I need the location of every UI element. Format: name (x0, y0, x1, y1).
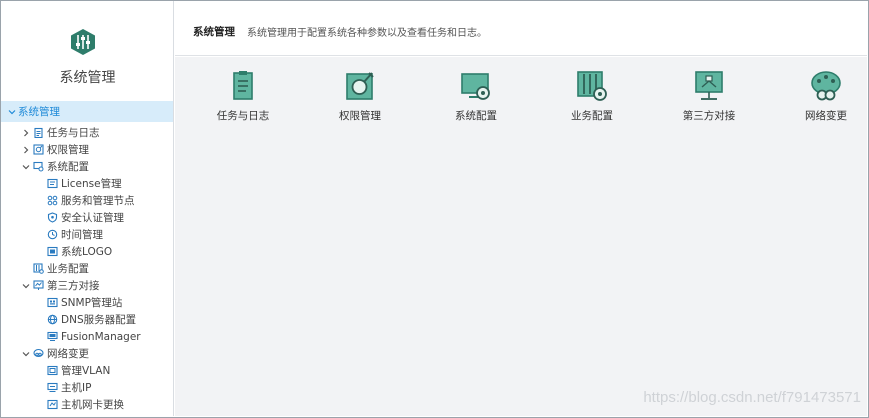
tile-third-party[interactable]: 第三方对接 (659, 67, 759, 127)
shield-icon (47, 212, 58, 223)
tree-item-system-logo[interactable]: 系统LOGO (1, 243, 173, 260)
tile-network-change[interactable]: 网络变更 (776, 67, 869, 127)
system-config-icon (459, 69, 493, 103)
third-party-icon (692, 69, 726, 103)
tile-label: 网络变更 (805, 110, 847, 122)
tile-service-config[interactable]: 业务配置 (542, 67, 642, 127)
tree-item-label: 网络变更 (47, 348, 89, 360)
vlan-icon (47, 365, 58, 376)
tree-item-fusionmanager[interactable]: FusionManager (1, 328, 173, 345)
tree-item-label: 时间管理 (61, 229, 103, 241)
tree-item-label: 主机网卡更换 (61, 399, 124, 411)
permission-icon (343, 69, 377, 103)
task-log-icon (226, 69, 260, 103)
tree-item-task-log[interactable]: 任务与日志 (1, 124, 173, 141)
permission-icon (33, 144, 44, 155)
service-config-icon (33, 263, 44, 274)
chevron-down-icon[interactable] (21, 281, 31, 291)
host-icon (47, 382, 58, 393)
system-management-logo-icon (68, 27, 98, 57)
nav-tree: 系统管理 任务与日志 权限管理 系统配置 License管理 服务和管理节点 安… (1, 101, 173, 413)
page-title: 系统管理 (193, 26, 235, 38)
nodes-icon (47, 195, 58, 206)
tile-task-log[interactable]: 任务与日志 (193, 67, 293, 127)
image-icon (47, 246, 58, 257)
tree-item-label: DNS服务器配置 (61, 314, 137, 326)
tree-item-label: 系统配置 (47, 161, 89, 173)
tree-item-label: 主机IP (61, 382, 92, 394)
chevron-right-icon[interactable] (21, 145, 31, 155)
header-bar: 系统管理 系统管理用于配置系统各种参数以及查看任务和日志。 (175, 1, 867, 56)
third-party-icon (33, 280, 44, 291)
watermark: https://blog.csdn.net/f791473571 (643, 389, 861, 406)
tree-item-service-config[interactable]: 业务配置 (1, 260, 173, 277)
tree-item-snmp[interactable]: SNMP管理站 (1, 294, 173, 311)
chevron-down-icon[interactable] (21, 349, 31, 359)
snmp-icon (47, 297, 58, 308)
tree-item-permission[interactable]: 权限管理 (1, 141, 173, 158)
tree-item-mgmt-vlan[interactable]: 管理VLAN (1, 362, 173, 379)
tree-item-host-ip[interactable]: 主机IP (1, 379, 173, 396)
tree-item-label: 系统LOGO (61, 246, 113, 258)
content-area: 任务与日志 权限管理 系统配置 业务配置 第三方对接 网络变更 https://… (175, 57, 867, 416)
sidebar: 系统管理 系统管理 任务与日志 权限管理 系统配置 License管理 服务和管… (1, 1, 174, 416)
tile-label: 第三方对接 (682, 110, 736, 122)
tile-label: 系统配置 (455, 110, 497, 122)
sidebar-title: 系统管理 (59, 70, 116, 86)
tree-item-label: 管理VLAN (61, 365, 111, 377)
tree-root-system-management[interactable]: 系统管理 (1, 101, 173, 122)
tile-label: 业务配置 (571, 110, 613, 122)
tile-permission[interactable]: 权限管理 (310, 67, 410, 127)
tree-item-label: 服务和管理节点 (61, 195, 135, 207)
monitor-gear-icon (33, 161, 44, 172)
tree-item-third-party[interactable]: 第三方对接 (1, 277, 173, 294)
tree-item-license[interactable]: License管理 (1, 175, 173, 192)
tree-root-label: 系统管理 (18, 106, 60, 118)
tree-item-label: FusionManager (61, 330, 141, 343)
tree-item-label: SNMP管理站 (61, 297, 123, 309)
service-config-icon (575, 69, 609, 103)
tree-item-host-nic-replace[interactable]: 主机网卡更换 (1, 396, 173, 413)
tree-item-label: 权限管理 (47, 144, 89, 156)
nic-icon (47, 399, 58, 410)
network-change-icon (809, 69, 843, 103)
tree-item-label: License管理 (61, 178, 122, 190)
tree-item-time[interactable]: 时间管理 (1, 226, 173, 243)
chevron-down-icon[interactable] (7, 107, 17, 117)
license-icon (47, 178, 58, 189)
tile-label: 任务与日志 (216, 110, 270, 122)
page-description: 系统管理用于配置系统各种参数以及查看任务和日志。 (247, 28, 487, 39)
globe-icon (47, 314, 58, 325)
tile-system-config[interactable]: 系统配置 (426, 67, 526, 127)
tile-label: 权限管理 (339, 110, 381, 122)
tree-item-label: 安全认证管理 (61, 212, 124, 224)
clipboard-icon (33, 127, 44, 138)
tree-item-label: 业务配置 (47, 263, 89, 275)
chevron-down-icon[interactable] (21, 162, 31, 172)
tree-item-system-config[interactable]: 系统配置 (1, 158, 173, 175)
tree-item-label: 任务与日志 (47, 127, 100, 139)
chevron-right-icon[interactable] (21, 128, 31, 138)
tree-item-security-auth[interactable]: 安全认证管理 (1, 209, 173, 226)
clock-icon (47, 229, 58, 240)
tree-item-dns[interactable]: DNS服务器配置 (1, 311, 173, 328)
tree-item-network-change[interactable]: 网络变更 (1, 345, 173, 362)
monitor-icon (47, 331, 58, 342)
network-change-icon (33, 348, 44, 359)
tree-item-label: 第三方对接 (47, 280, 100, 292)
tree-item-service-nodes[interactable]: 服务和管理节点 (1, 192, 173, 209)
